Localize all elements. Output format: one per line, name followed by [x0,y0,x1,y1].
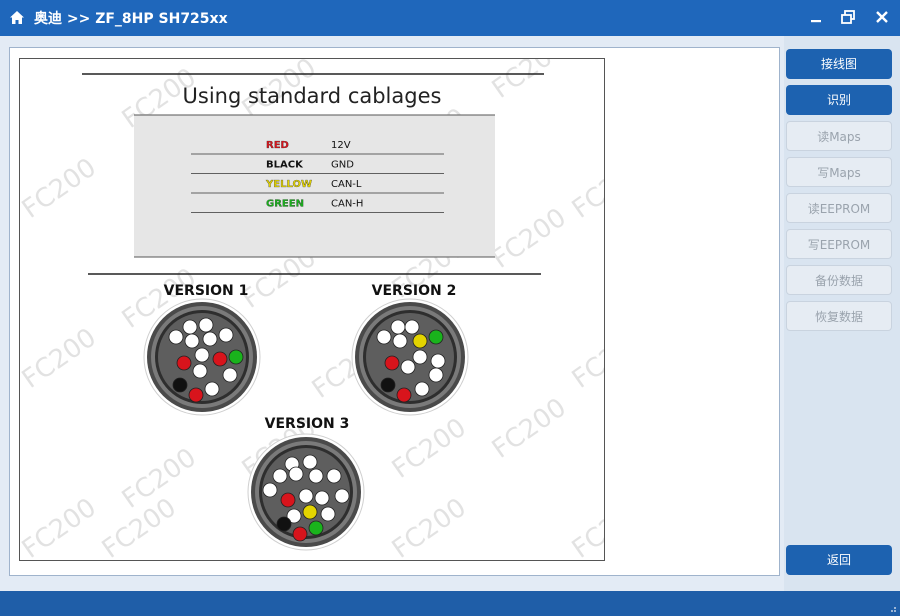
connector-pin [292,526,308,542]
connector-pin [298,488,314,504]
sidebar: 接线图 识别 读Maps 写Maps 读EEPROM 写EEPROM 备份数据 … [784,36,900,591]
connector-pin [198,317,214,333]
connector-pin [302,454,318,470]
connector-pin [194,347,210,363]
connector-pin [172,377,188,393]
status-bar [0,591,900,616]
connector-pin [288,466,304,482]
connector-pin [192,363,208,379]
connector-pin [392,333,408,349]
connector-pin [302,504,318,520]
cable-color-name: YELLOW [265,179,312,190]
connector-version-3 [247,433,365,551]
connector-version-2 [351,298,469,416]
watermark-text: FC200 [20,323,102,395]
write-maps-button[interactable]: 写Maps [786,157,892,187]
connector-pin [272,468,288,484]
window-title: 奥迪 >> ZF_8HP SH725xx [34,11,228,27]
restore-icon[interactable] [840,9,856,25]
resize-grip-icon[interactable] [887,603,897,613]
cable-signal: CAN-L [331,179,362,190]
connector-pin [414,381,430,397]
connector-pin [390,319,406,335]
connector-pin [212,351,228,367]
connector-pin [430,353,446,369]
cable-signal: 12V [331,140,351,151]
connector-pin [428,367,444,383]
version-2-label: VERSION 2 [372,283,457,299]
minimize-icon[interactable] [808,9,824,25]
watermark-text: FC200 [387,413,472,485]
connector-pin [404,319,420,335]
back-button[interactable]: 返回 [786,545,892,575]
diagram-heading: Using standard cablages [183,84,442,108]
watermark-text: FC200 [20,153,102,225]
watermark-text: FC200 [567,153,605,225]
cable-color-name: BLACK [266,160,304,171]
connector-pin [176,355,192,371]
watermark-text: FC200 [567,493,605,561]
connector-version-1 [143,298,261,416]
connector-pin [308,468,324,484]
backup-data-button[interactable]: 备份数据 [786,265,892,295]
wiring-diagram-canvas: FC200FC200 FC200 FC200FC200FC200FC200 FC200… [20,59,605,561]
connector-pin [314,490,330,506]
cable-color-name: GREEN [266,199,304,210]
connector-pin [396,387,412,403]
title-bar: 奥迪 >> ZF_8HP SH725xx [0,0,900,36]
cable-color-name: RED [266,140,289,151]
write-eeprom-button[interactable]: 写EEPROM [786,229,892,259]
connector-pin [428,329,444,345]
watermark-text: FC200 [487,59,572,105]
version-1-label: VERSION 1 [164,283,249,299]
content-panel: FC200 FC200 FC200 FC200 FC200 FC200 FC200 FC200… [9,47,780,576]
connector-pin [376,329,392,345]
watermark-text: FC200 [567,323,605,395]
cable-signal: CAN-H [331,199,363,210]
watermark-text: FC200 [20,493,102,561]
cable-signal: GND [331,160,354,171]
connector-pin [276,516,292,532]
connector-pin [280,492,296,508]
restore-data-button[interactable]: 恢复数据 [786,301,892,331]
connector-pin [400,359,416,375]
connector-pin [412,333,428,349]
wiring-diagram: FC200 FC200 FC200 FC200 FC200 FC200 FC200 FC200… [19,58,605,561]
connector-pin [202,331,218,347]
connector-pin [218,327,234,343]
connector-pin [228,349,244,365]
connector-pin [334,488,350,504]
connector-pin [262,482,278,498]
version-3-label: VERSION 3 [265,416,350,432]
connector-pin [184,333,200,349]
identify-button[interactable]: 识别 [786,85,892,115]
read-eeprom-button[interactable]: 读EEPROM [786,193,892,223]
connector-pin [308,520,324,536]
connector-pin [182,319,198,335]
connector-pin [222,367,238,383]
connector-pin [326,468,342,484]
connector-pin [188,387,204,403]
connector-pin [380,377,396,393]
close-icon[interactable] [874,9,890,25]
read-maps-button[interactable]: 读Maps [786,121,892,151]
cable-table-box [134,115,495,257]
connector-pin [168,329,184,345]
connector-pin [384,355,400,371]
connector-pin [204,381,220,397]
connector-pin [412,349,428,365]
wiring-diagram-button[interactable]: 接线图 [786,49,892,79]
watermark-text: FC200 [487,393,572,465]
watermark-text: FC200 [387,493,472,561]
home-icon[interactable] [9,10,25,25]
watermark-text: FC200 [487,203,572,275]
connector-pin [320,506,336,522]
